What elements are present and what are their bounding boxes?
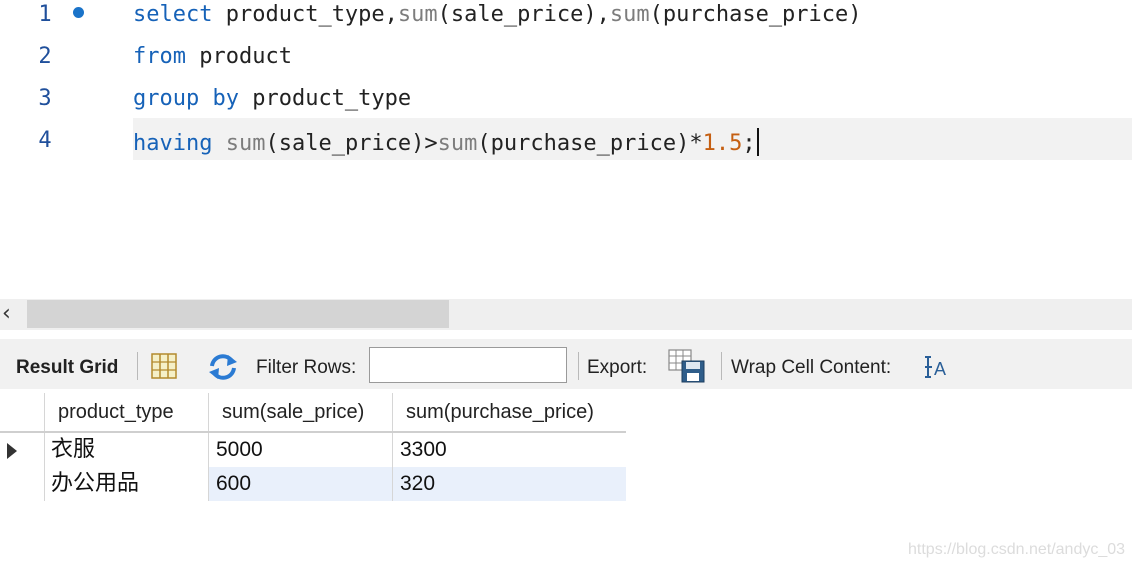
code-token: ;: [742, 131, 756, 156]
code-token: sum: [609, 2, 650, 27]
code-token: sum: [225, 131, 266, 156]
code-line-2[interactable]: from product: [133, 44, 292, 69]
code-token: sum: [437, 131, 478, 156]
row-selector[interactable]: [0, 467, 42, 501]
code-token: product: [185, 44, 292, 69]
line-number: 4: [38, 128, 52, 153]
column-header-sum-sale-price[interactable]: sum(sale_price): [208, 393, 392, 431]
scrollbar-thumb[interactable]: [27, 300, 449, 328]
code-token: 1.5: [702, 131, 743, 156]
sql-editor[interactable]: 1 select product_type,sum(sale_price),su…: [0, 0, 1132, 170]
code-token: product_type: [238, 86, 412, 111]
line-number: 3: [38, 86, 52, 111]
code-token: product_type,: [212, 2, 398, 27]
text-caret: [756, 128, 759, 156]
refresh-icon[interactable]: [206, 353, 240, 381]
export-label: Export:: [587, 357, 648, 378]
code-token: from: [133, 44, 186, 69]
breakpoint-dot-icon[interactable]: [73, 7, 84, 18]
code-token: select: [133, 2, 213, 27]
code-line-1[interactable]: select product_type,sum(sale_price),sum(…: [133, 2, 862, 27]
row-selector[interactable]: [0, 433, 42, 467]
code-line-3[interactable]: group by product_type: [133, 86, 411, 111]
code-token: group by: [133, 86, 239, 111]
table-cell[interactable]: 600: [208, 467, 392, 501]
column-header-sum-purchase-price[interactable]: sum(purchase_price): [392, 393, 626, 431]
svg-text:A: A: [934, 359, 946, 379]
code-token: (purchase_price): [649, 2, 862, 27]
export-save-icon[interactable]: [668, 349, 706, 383]
code-token: (sale_price)>: [265, 131, 438, 156]
wrap-cell-content-label: Wrap Cell Content:: [731, 357, 892, 378]
table-cell[interactable]: 320: [392, 467, 626, 501]
table-cell[interactable]: 5000: [208, 433, 392, 467]
table-cell[interactable]: 办公用品: [44, 467, 208, 501]
code-token: having: [133, 131, 213, 156]
line-number: 2: [38, 44, 52, 69]
code-token: (sale_price),: [437, 2, 610, 27]
table-row[interactable]: 办公用品 600 320: [0, 467, 626, 501]
wrap-text-icon[interactable]: A: [924, 355, 950, 379]
line-number: 1: [38, 2, 52, 27]
column-header-product-type[interactable]: product_type: [44, 393, 208, 431]
toolbar-divider: [578, 352, 579, 380]
code-line-4[interactable]: having sum(sale_price)>sum(purchase_pric…: [133, 128, 759, 156]
scroll-left-arrow-icon[interactable]: ‹: [2, 302, 22, 326]
watermark: https://blog.csdn.net/andyc_03: [908, 541, 1126, 558]
toolbar-divider: [137, 352, 138, 380]
table-cell[interactable]: 衣服: [44, 433, 208, 467]
result-grid-tab[interactable]: Result Grid: [16, 357, 118, 379]
toolbar-divider: [721, 352, 722, 380]
table-row[interactable]: 衣服 5000 3300: [0, 433, 626, 467]
result-toolbar: Result Grid Filter Rows: Export: Wrap Ce…: [0, 339, 1132, 389]
current-row-arrow-icon: [7, 443, 17, 459]
grid-layout-icon[interactable]: [150, 353, 178, 379]
filter-rows-input[interactable]: [369, 347, 567, 383]
code-token: sum: [397, 2, 438, 27]
code-token: (purchase_price)*: [477, 131, 703, 156]
grid-header: product_type sum(sale_price) sum(purchas…: [0, 393, 626, 433]
table-cell[interactable]: 3300: [392, 433, 626, 467]
filter-rows-label: Filter Rows:: [256, 357, 357, 378]
horizontal-scrollbar[interactable]: ‹: [0, 299, 1132, 330]
